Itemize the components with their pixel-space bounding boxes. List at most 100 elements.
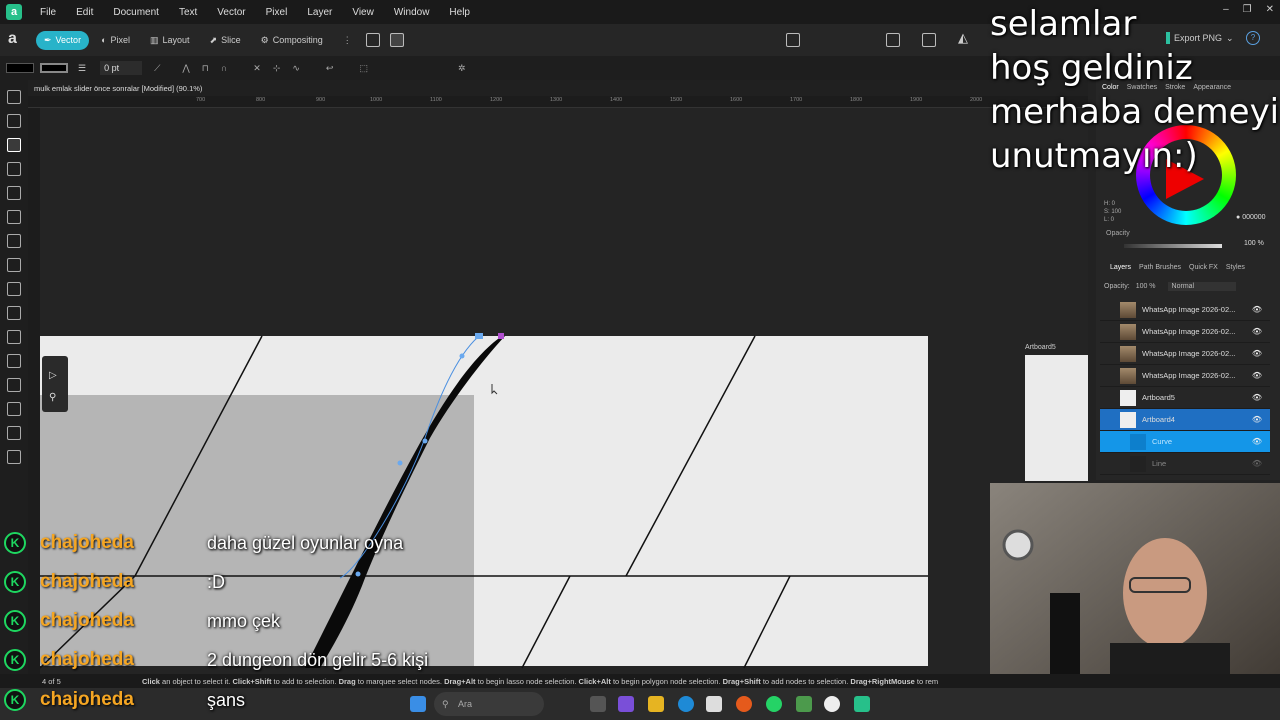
edge-icon[interactable]: [678, 696, 694, 712]
smart-node-icon[interactable]: ∩: [221, 63, 227, 73]
fill-tool-icon[interactable]: [7, 258, 21, 272]
grid-icon[interactable]: [389, 33, 404, 47]
taskbar-search[interactable]: ⚲ Ara: [434, 692, 544, 716]
menu-help[interactable]: Help: [439, 7, 480, 18]
crop-tool-icon[interactable]: [7, 354, 21, 368]
eye-icon[interactable]: 👁: [1252, 305, 1262, 314]
layer-row[interactable]: Artboard5 👁: [1100, 387, 1270, 409]
pressure-icon[interactable]: ⟋: [154, 63, 160, 74]
eyedropper-tool-icon[interactable]: [7, 450, 21, 464]
rectangle-tool-icon[interactable]: [7, 306, 21, 320]
document-tab[interactable]: mulk emlak slider önce sonralar [Modifie…: [28, 80, 1088, 96]
more-icon[interactable]: ⋮: [343, 35, 352, 46]
pen-tool-icon[interactable]: [7, 186, 21, 200]
windows-start-icon[interactable]: [410, 696, 426, 712]
menu-vector[interactable]: Vector: [207, 7, 255, 18]
persona-pixel[interactable]: ◐ Pixel: [93, 31, 138, 49]
node-tool-icon[interactable]: [7, 138, 21, 152]
persona-slice[interactable]: ⬈ Slice: [202, 31, 249, 50]
eye-icon[interactable]: 👁: [1252, 415, 1262, 424]
image-tool-icon[interactable]: [7, 378, 21, 392]
menu-document[interactable]: Document: [103, 7, 169, 18]
tab-styles[interactable]: Styles: [1226, 264, 1245, 271]
close-curve-icon[interactable]: ⊹: [273, 63, 281, 74]
persona-vector[interactable]: ✒ Vector: [36, 30, 90, 50]
copilot-icon[interactable]: [618, 696, 634, 712]
zoom-tool-icon[interactable]: [7, 402, 21, 416]
eye-icon[interactable]: 👁: [1252, 371, 1262, 380]
artboard5-label: Artboard5: [1025, 344, 1056, 351]
layer-row[interactable]: WhatsApp Image 2026-02... 👁: [1100, 365, 1270, 387]
wand-icon[interactable]: ⚲: [49, 392, 61, 404]
persona-pixel-label: Pixel: [110, 35, 131, 45]
menu-text[interactable]: Text: [169, 7, 207, 18]
text-tool-icon[interactable]: [7, 330, 21, 344]
vertical-ruler[interactable]: [28, 108, 40, 678]
menu-layer[interactable]: Layer: [297, 7, 342, 18]
layer-row[interactable]: WhatsApp Image 2026-02... 👁: [1100, 343, 1270, 365]
align-icon[interactable]: [886, 33, 900, 47]
firefox-icon[interactable]: [736, 696, 752, 712]
opacity-value[interactable]: 100 %: [1244, 240, 1264, 247]
fill-swatch[interactable]: [6, 63, 34, 73]
tab-path-brushes[interactable]: Path Brushes: [1139, 264, 1181, 271]
eye-icon[interactable]: 👁: [1252, 349, 1262, 358]
whatsapp-icon[interactable]: [766, 696, 782, 712]
opacity-slider[interactable]: [1124, 244, 1222, 248]
smooth-node-icon[interactable]: ⊓: [202, 63, 209, 74]
eye-icon[interactable]: 👁: [1252, 327, 1262, 336]
horizontal-ruler[interactable]: 700 800 900 1000 1100 1200 1300 1400 150…: [28, 96, 1088, 108]
hand-tool-icon[interactable]: [7, 426, 21, 440]
layer-row-child[interactable]: Line 👁: [1100, 453, 1270, 475]
hex-field[interactable]: ● 000000: [1236, 214, 1266, 221]
tab-quick-fx[interactable]: Quick FX: [1189, 264, 1218, 271]
artboard-tool-icon[interactable]: [7, 114, 21, 128]
menu-edit[interactable]: Edit: [66, 7, 103, 18]
corner-tool-icon[interactable]: [7, 162, 21, 176]
tab-layers[interactable]: Layers: [1110, 264, 1131, 271]
eye-icon[interactable]: 👁: [1252, 459, 1262, 468]
store-icon[interactable]: [706, 696, 722, 712]
pencil-tool-icon[interactable]: [7, 210, 21, 224]
boolean-icon[interactable]: [365, 33, 380, 47]
snapping-icon[interactable]: ✲: [458, 63, 466, 74]
affinity-taskbar-icon[interactable]: [854, 696, 870, 712]
artwork[interactable]: Artboard5: [40, 108, 1088, 674]
move-tool-icon[interactable]: [7, 90, 21, 104]
play-icon[interactable]: ▷: [49, 370, 61, 382]
transform-icon[interactable]: [922, 33, 936, 47]
break-curve-icon[interactable]: ✕: [253, 63, 261, 74]
file-explorer-icon[interactable]: [648, 696, 664, 712]
obs-icon[interactable]: [824, 696, 840, 712]
reverse-curve-icon[interactable]: ↩: [326, 63, 334, 74]
brush-tool-icon[interactable]: [7, 234, 21, 248]
task-view-icon[interactable]: [590, 696, 606, 712]
transform-mode-icon[interactable]: ⬚: [359, 63, 368, 74]
chat-text: 2 dungeon dön gelir 5-6 kişi: [207, 649, 429, 670]
persona-compositing[interactable]: ⚙ Compositing: [253, 31, 331, 50]
arrange-icon[interactable]: [786, 33, 800, 47]
menu-view[interactable]: View: [342, 7, 384, 18]
persona-layout[interactable]: ▥ Layout: [142, 31, 198, 50]
layer-row[interactable]: WhatsApp Image 2026-02... 👁: [1100, 299, 1270, 321]
eye-icon[interactable]: 👁: [1252, 393, 1262, 402]
flip-icon[interactable]: ◭: [958, 30, 968, 46]
chat-username: chajoheda: [40, 649, 134, 670]
menu-file[interactable]: File: [30, 7, 66, 18]
eye-icon[interactable]: 👁: [1252, 437, 1262, 446]
stroke-swatch[interactable]: [40, 63, 68, 73]
layer-row-child-selected[interactable]: Curve 👁: [1100, 431, 1270, 453]
sharp-node-icon[interactable]: ⋀: [182, 63, 189, 74]
layer-row-selected[interactable]: Artboard4 👁: [1100, 409, 1270, 431]
layer-row[interactable]: WhatsApp Image 2026-02... 👁: [1100, 321, 1270, 343]
stroke-width-field[interactable]: 0 pt: [100, 61, 143, 75]
canvas[interactable]: Artboard5 ▷ ⚲: [40, 108, 1088, 674]
menu-pixel[interactable]: Pixel: [256, 7, 298, 18]
menu-window[interactable]: Window: [384, 7, 440, 18]
layer-opacity-value[interactable]: 100 %: [1136, 283, 1156, 290]
transparency-tool-icon[interactable]: [7, 282, 21, 296]
blend-mode-select[interactable]: Normal: [1167, 282, 1236, 291]
smooth-curve-icon[interactable]: ∿: [292, 63, 300, 74]
app-icon[interactable]: [796, 696, 812, 712]
stroke-menu-icon[interactable]: ☰: [78, 63, 86, 74]
